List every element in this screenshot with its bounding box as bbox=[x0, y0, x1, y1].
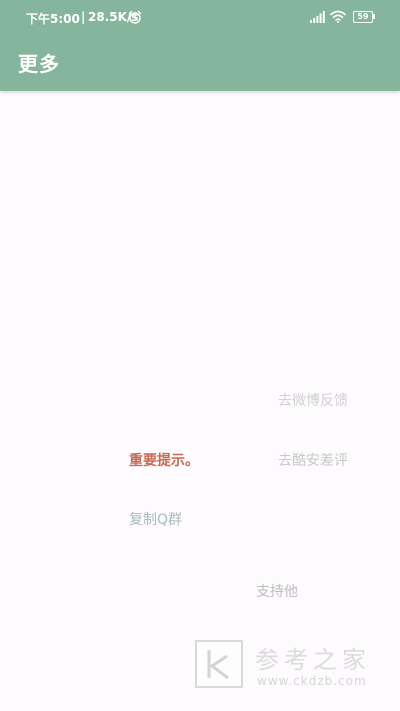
signal-icon bbox=[310, 11, 325, 23]
app-bar: 下午5:00 | 28.5K/s 59 更多 bbox=[0, 0, 400, 91]
watermark-logo bbox=[195, 640, 243, 688]
copy-qq-group-link[interactable]: 复制Q群 bbox=[129, 509, 182, 529]
watermark: 参考之家 www.ckdzb.com bbox=[195, 636, 395, 696]
weibo-feedback-link[interactable]: 去微博反馈 bbox=[278, 390, 348, 410]
page-title: 更多 bbox=[18, 52, 60, 76]
alarm-icon bbox=[128, 10, 142, 24]
important-notice-link[interactable]: 重要提示。 bbox=[129, 450, 199, 470]
wifi-icon bbox=[330, 10, 346, 23]
watermark-brand: 参考之家 bbox=[255, 646, 371, 674]
coolapk-review-link[interactable]: 去酷安差评 bbox=[278, 450, 348, 470]
battery-level: 59 bbox=[357, 12, 369, 21]
support-him-link[interactable]: 支持他 bbox=[256, 581, 298, 601]
watermark-url: www.ckdzb.com bbox=[257, 674, 367, 688]
status-time: 下午5:00 bbox=[26, 12, 80, 26]
battery-icon: 59 bbox=[353, 11, 375, 23]
k-logo-icon bbox=[207, 650, 229, 680]
status-separator: | bbox=[81, 10, 86, 24]
